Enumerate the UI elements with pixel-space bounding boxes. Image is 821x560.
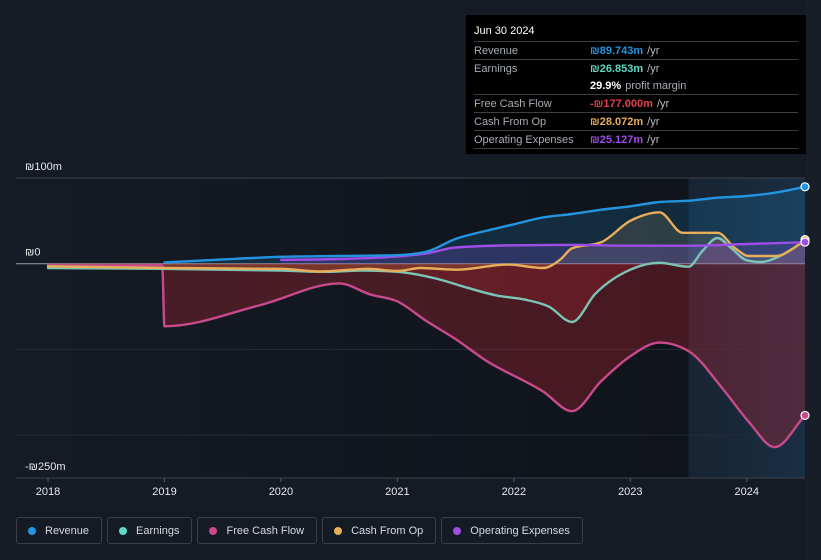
x-tick-label: 2021 [385, 486, 409, 498]
x-tick-label: 2020 [269, 486, 293, 498]
tooltip-label: Operating Expenses [474, 134, 574, 146]
profit-margin-label: profit margin [625, 80, 687, 92]
legend-label: Operating Expenses [470, 524, 570, 537]
tooltip-row-earnings: Earnings ₪26.853m /yr [474, 60, 798, 77]
tooltip-row-cash-from-op: Cash From Op ₪28.072m /yr [474, 113, 798, 131]
right-margin-strip [806, 0, 821, 560]
x-tick-label: 2024 [735, 486, 759, 498]
tooltip-value: ₪25.127m [590, 134, 644, 146]
tooltip-date: Jun 30 2024 [474, 23, 798, 42]
tooltip-value: -₪177.000m [590, 98, 653, 110]
tooltip-unit: /yr [656, 98, 670, 110]
tooltip-row-profit-margin: 29.9% profit margin [474, 77, 798, 95]
legend-label: Earnings [136, 524, 180, 537]
x-tick-label: 2023 [618, 486, 642, 498]
chart-legend: Revenue Earnings Free Cash Flow Cash Fro… [16, 517, 583, 544]
fcf-end-marker [800, 410, 810, 421]
cash-from-op-dot-icon [334, 526, 343, 535]
tooltip-unit: /yr [647, 63, 660, 75]
legend-free-cash-flow[interactable]: Free Cash Flow [197, 517, 318, 544]
y-tick-label: ₪0 [25, 247, 40, 259]
legend-label: Free Cash Flow [226, 524, 305, 537]
y-tick-label: ₪100m [25, 161, 62, 173]
earnings-dot-icon [119, 526, 128, 535]
tooltip-label: Revenue [474, 45, 519, 57]
tooltip-row-fcf: Free Cash Flow -₪177.000m /yr [474, 95, 798, 113]
legend-revenue[interactable]: Revenue [16, 517, 103, 544]
tooltip-panel: Jun 30 2024 Revenue ₪89.743m /yr Earning… [466, 15, 806, 154]
tooltip-unit: /yr [647, 134, 660, 146]
tooltip-row-revenue: Revenue ₪89.743m /yr [474, 42, 798, 60]
legend-label: Revenue [45, 524, 90, 537]
legend-label: Cash From Op [351, 524, 424, 537]
tooltip-label: Cash From Op [474, 116, 547, 128]
tooltip-label: Earnings [474, 63, 518, 75]
legend-operating-expenses[interactable]: Operating Expenses [441, 517, 583, 544]
revenue-dot-icon [28, 526, 36, 535]
legend-earnings[interactable]: Earnings [107, 517, 193, 544]
operating-expenses-dot-icon [453, 526, 462, 535]
tooltip-value: ₪89.743m [590, 45, 644, 57]
x-tick-label: 2018 [36, 486, 60, 498]
tooltip-row-opex: Operating Expenses ₪25.127m /yr [474, 131, 798, 149]
profit-margin-value: 29.9% [590, 80, 622, 92]
tooltip-label: Free Cash Flow [474, 98, 552, 110]
y-tick-label: -₪250m [25, 461, 66, 473]
tooltip-value: ₪26.853m [590, 63, 644, 75]
x-tick-label: 2019 [152, 486, 176, 498]
legend-cash-from-op[interactable]: Cash From Op [322, 517, 437, 544]
tooltip-unit: /yr [647, 45, 660, 57]
x-tick-label: 2022 [502, 486, 526, 498]
tooltip-unit: /yr [647, 116, 660, 128]
opex-end-marker [800, 237, 810, 247]
revenue-end-marker [800, 182, 810, 192]
free-cash-flow-dot-icon [209, 526, 218, 535]
tooltip-value: ₪28.072m [590, 116, 644, 128]
